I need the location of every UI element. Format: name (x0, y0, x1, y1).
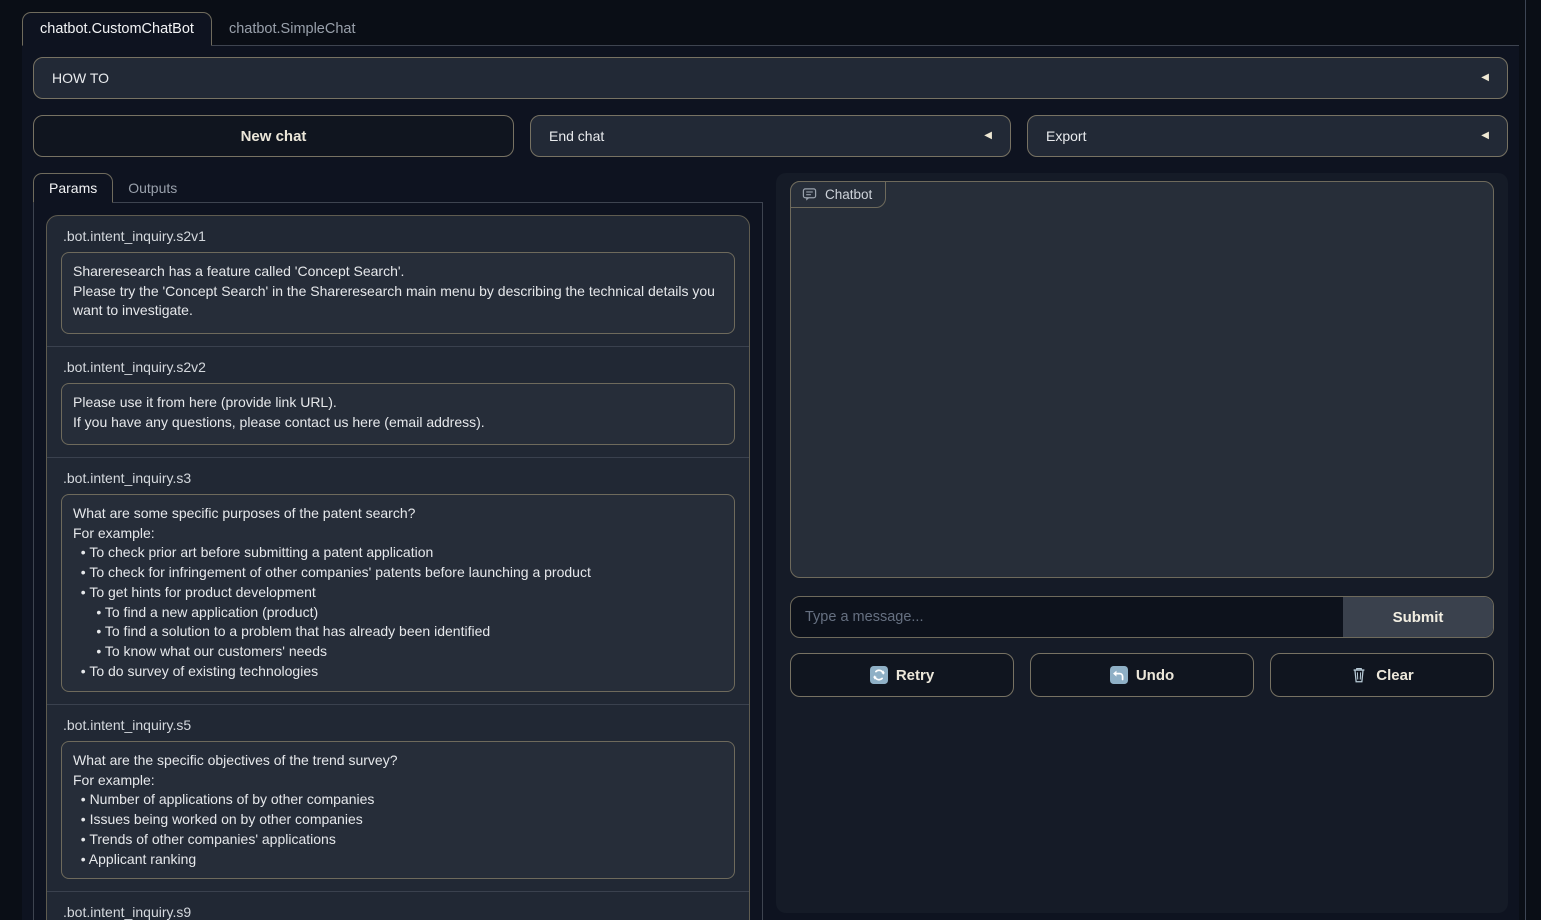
retry-label: Retry (896, 667, 934, 684)
tab-params[interactable]: Params (33, 173, 113, 203)
param-label: .bot.intent_inquiry.s2v1 (61, 228, 735, 244)
message-input-row: Submit (790, 596, 1494, 638)
tabitem-custom-chatbot: HOW TO ◀ New chat End chat ◀ Export ◀ Pa… (22, 46, 1519, 920)
howto-label: HOW TO (52, 70, 109, 86)
param-section-s5: .bot.intent_inquiry.s5 What are the spec… (47, 704, 749, 891)
end-chat-accordion[interactable]: End chat ◀ (530, 115, 1011, 157)
export-accordion[interactable]: Export ◀ (1027, 115, 1508, 157)
param-section-s9: .bot.intent_inquiry.s9 (47, 891, 749, 920)
clear-icon (1350, 666, 1368, 684)
collapse-arrow-icon: ◀ (1481, 73, 1489, 83)
actions-row: New chat End chat ◀ Export ◀ (33, 115, 1508, 157)
params-tabitem: .bot.intent_inquiry.s2v1 Shareresearch h… (33, 203, 763, 920)
clear-button[interactable]: Clear (1270, 653, 1494, 697)
clear-label: Clear (1376, 667, 1414, 684)
export-label: Export (1046, 128, 1086, 144)
params-tabbar: Params Outputs (33, 173, 763, 203)
message-input[interactable] (791, 597, 1343, 637)
end-chat-label: End chat (549, 128, 604, 144)
main-columns: Params Outputs .bot.intent_inquiry.s2v1 … (33, 173, 1508, 920)
chat-actions-row: Retry Undo (790, 653, 1494, 697)
undo-icon (1110, 666, 1128, 684)
param-section-s2v1: .bot.intent_inquiry.s2v1 Shareresearch h… (47, 216, 749, 346)
chat-panel: Chatbot Submit (776, 173, 1508, 913)
tab-outputs[interactable]: Outputs (113, 174, 192, 202)
howto-accordion[interactable]: HOW TO ◀ (33, 57, 1508, 99)
scrollbar-track[interactable] (1525, 0, 1526, 920)
chatbot-label-text: Chatbot (825, 187, 872, 202)
param-label: .bot.intent_inquiry.s5 (61, 717, 735, 733)
chatbot-label: Chatbot (790, 181, 886, 208)
param-textarea-s2v2[interactable]: Please use it from here (provide link UR… (61, 383, 735, 445)
param-textarea-s3[interactable]: What are some specific purposes of the p… (61, 494, 735, 692)
new-chat-button[interactable]: New chat (33, 115, 514, 157)
param-textarea-s5[interactable]: What are the specific objectives of the … (61, 741, 735, 879)
undo-button[interactable]: Undo (1030, 653, 1254, 697)
undo-label: Undo (1136, 667, 1174, 684)
retry-button[interactable]: Retry (790, 653, 1014, 697)
param-label: .bot.intent_inquiry.s2v2 (61, 359, 735, 375)
app-window: chatbot.CustomChatBot chatbot.SimpleChat… (22, 12, 1519, 920)
params-column: Params Outputs .bot.intent_inquiry.s2v1 … (33, 173, 763, 920)
chatbot-messages-area[interactable]: Chatbot (790, 181, 1494, 578)
submit-button[interactable]: Submit (1343, 597, 1493, 637)
retry-icon (870, 666, 888, 684)
param-label: .bot.intent_inquiry.s9 (61, 904, 735, 920)
tab-simple-chat[interactable]: chatbot.SimpleChat (212, 13, 373, 45)
param-textarea-s2v1[interactable]: Shareresearch has a feature called 'Conc… (61, 252, 735, 334)
params-group: .bot.intent_inquiry.s2v1 Shareresearch h… (46, 215, 750, 920)
collapse-arrow-icon: ◀ (1481, 131, 1489, 141)
chat-bubble-icon (802, 187, 817, 202)
collapse-arrow-icon: ◀ (984, 131, 992, 141)
param-label: .bot.intent_inquiry.s3 (61, 470, 735, 486)
param-section-s2v2: .bot.intent_inquiry.s2v2 Please use it f… (47, 346, 749, 457)
top-tabbar: chatbot.CustomChatBot chatbot.SimpleChat (22, 12, 1519, 46)
tab-custom-chatbot[interactable]: chatbot.CustomChatBot (22, 12, 212, 46)
param-section-s3: .bot.intent_inquiry.s3 What are some spe… (47, 457, 749, 704)
